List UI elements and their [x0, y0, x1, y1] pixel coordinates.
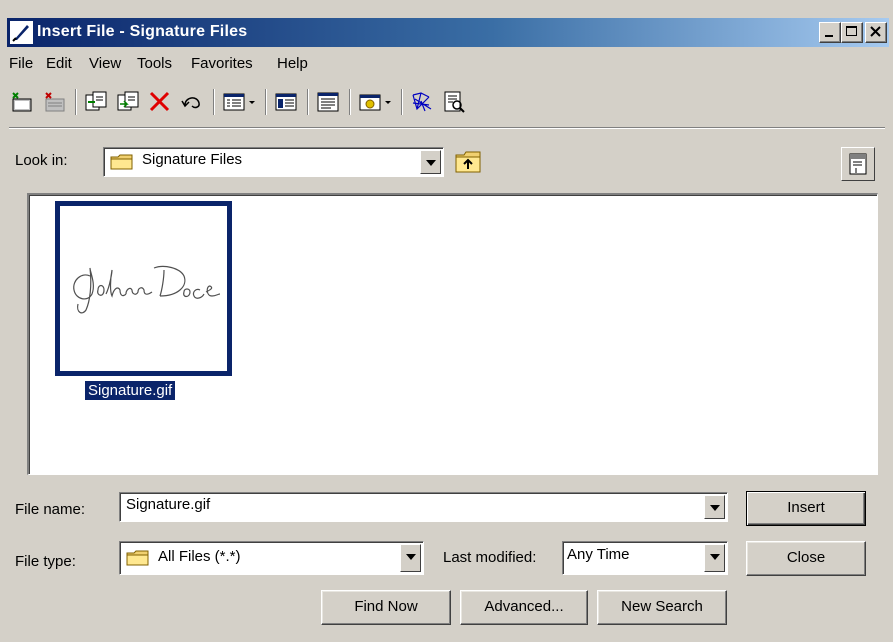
signature-preview: [73, 265, 221, 314]
up-one-level-button[interactable]: [453, 147, 483, 177]
file-type-value: All Files (*.*): [158, 548, 241, 565]
advanced-button-label: Advanced...: [484, 598, 564, 615]
toolbar-separator: [401, 89, 403, 115]
toolbar-separator: [349, 89, 351, 115]
minimize-button[interactable]: [819, 22, 841, 43]
file-thumbnail: [55, 201, 232, 376]
look-in-combo[interactable]: Signature Files: [103, 147, 444, 177]
toolbar-separator: [75, 89, 77, 115]
file-type-label: File type:: [15, 553, 76, 570]
new-search-button[interactable]: New Search: [597, 590, 727, 625]
last-modified-label: Last modified:: [443, 549, 537, 566]
delete-icon-alt[interactable]: [41, 89, 67, 115]
last-modified-value: Any Time: [567, 546, 630, 563]
details-icon[interactable]: [273, 89, 299, 115]
folder-icon: [126, 549, 150, 571]
maximize-icon: [846, 26, 857, 36]
menu-view[interactable]: View: [89, 55, 121, 72]
file-type-combo[interactable]: All Files (*.*): [119, 541, 424, 575]
menu-edit[interactable]: Edit: [46, 55, 72, 72]
properties-icon[interactable]: [315, 89, 341, 115]
file-item-signature[interactable]: Signature.gif: [53, 201, 233, 401]
title-bar[interactable]: Insert File - Signature Files: [7, 18, 889, 47]
advanced-button[interactable]: Advanced...: [460, 590, 588, 625]
look-in-label: Look in:: [15, 152, 68, 169]
toolbar-separator: [307, 89, 309, 115]
web-icon[interactable]: [409, 89, 435, 115]
insert-button[interactable]: Insert: [746, 491, 866, 526]
menu-favorites[interactable]: Favorites: [191, 55, 253, 72]
toolbar-separator: [265, 89, 267, 115]
copy-icon[interactable]: [83, 89, 109, 115]
folder-options-icon[interactable]: [357, 89, 395, 115]
file-list[interactable]: Signature.gif: [27, 193, 878, 475]
menu-help[interactable]: Help: [277, 55, 308, 72]
new-folder-icon[interactable]: [9, 89, 35, 115]
undo-icon[interactable]: [179, 89, 205, 115]
file-name-value: Signature.gif: [126, 496, 211, 513]
delete-x-icon[interactable]: [147, 89, 173, 115]
maximize-button[interactable]: [841, 22, 863, 43]
preview-icon[interactable]: [441, 89, 467, 115]
menu-file[interactable]: File: [9, 55, 33, 72]
views-icon[interactable]: [221, 89, 259, 115]
menu-tools[interactable]: Tools: [137, 55, 172, 72]
minimize-icon: [825, 35, 833, 37]
new-search-button-label: New Search: [621, 598, 703, 615]
insert-file-dialog: Insert File - Signature Files File Edit …: [0, 0, 893, 642]
last-modified-combo[interactable]: Any Time: [562, 541, 728, 575]
close-window-button[interactable]: [865, 22, 887, 43]
app-feather-icon: [10, 21, 33, 44]
toolbar-separator: [213, 89, 215, 115]
close-button-label: Close: [786, 549, 826, 566]
file-name-label[interactable]: Signature.gif: [85, 381, 176, 400]
close-icon: [870, 26, 881, 37]
find-now-button[interactable]: Find Now: [321, 590, 451, 625]
tools-menu-icon: [849, 153, 867, 175]
look-in-dropdown-arrow[interactable]: [420, 150, 441, 174]
file-name-field[interactable]: Signature.gif: [119, 492, 728, 522]
look-in-value: Signature Files: [142, 151, 243, 168]
insert-button-label: Insert: [787, 499, 825, 516]
close-button[interactable]: Close: [746, 541, 866, 576]
toolbar: [9, 85, 887, 121]
find-now-button-label: Find Now: [354, 598, 418, 615]
views-menu-button[interactable]: [841, 147, 875, 181]
file-type-dropdown-arrow[interactable]: [400, 544, 421, 572]
last-modified-dropdown-arrow[interactable]: [704, 544, 725, 572]
file-name-label-text: File name:: [15, 501, 86, 518]
window-title: Insert File - Signature Files: [37, 23, 248, 40]
move-icon[interactable]: [115, 89, 141, 115]
folder-icon: [110, 153, 134, 175]
toolbar-divider: [9, 127, 885, 129]
up-folder-icon: [455, 151, 481, 173]
file-name-dropdown-arrow[interactable]: [704, 495, 725, 519]
